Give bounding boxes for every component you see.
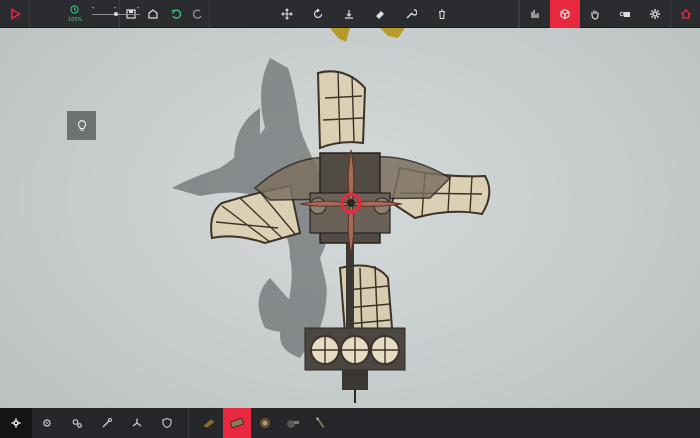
rear-rotors (304, 327, 406, 403)
top-wing (316, 70, 367, 150)
right-tools (519, 0, 700, 28)
move-tool-button[interactable] (271, 0, 302, 28)
settings-icon (650, 9, 660, 19)
rotate-tool-button[interactable] (302, 0, 333, 28)
block-brace-button[interactable] (307, 408, 335, 438)
block-wooden-button[interactable] (195, 408, 223, 438)
hint-button[interactable] (67, 111, 96, 140)
category-mechanical-button[interactable] (62, 408, 92, 438)
toolbar-divider (188, 408, 189, 438)
redo-button[interactable] (187, 0, 209, 28)
settings-button[interactable] (640, 0, 670, 28)
play-button[interactable] (3, 0, 27, 28)
grab-icon (591, 10, 599, 20)
cogs-icon (72, 419, 82, 428)
slider-tick-max: ▾ (137, 5, 140, 10)
load-icon (148, 9, 158, 19)
wrench-tool-button[interactable] (395, 0, 426, 28)
gear-icon (43, 419, 51, 427)
grab-button[interactable] (580, 0, 610, 28)
center-tool-button[interactable] (333, 0, 364, 28)
eraser-tool-button[interactable] (364, 0, 395, 28)
clock-icon (70, 5, 79, 14)
settings-category-button[interactable] (0, 408, 32, 438)
brace-icon (316, 417, 325, 428)
wooden-block-icon (202, 418, 216, 429)
lightbulb-icon (77, 119, 86, 131)
block-flamethrower-button[interactable] (279, 408, 307, 438)
wrench-icon (102, 418, 112, 428)
category-tools-button[interactable] (92, 408, 122, 438)
time-scale-control: 100% ▾ ▾ ▾ (30, 0, 140, 28)
home-button[interactable] (670, 0, 700, 28)
slider-tick-mid: ▾ (114, 5, 117, 10)
stats-icon (531, 10, 539, 18)
block-view-button[interactable] (550, 0, 580, 28)
slider-tick-min: ▾ (92, 5, 95, 10)
flamethrower-icon (287, 420, 299, 428)
block-cannon-button[interactable] (223, 408, 251, 438)
game-viewport[interactable] (0, 0, 700, 438)
undo-icon (171, 9, 181, 19)
category-armour-button[interactable] (152, 408, 182, 438)
eraser-icon (375, 10, 384, 19)
key-bind-icon (619, 11, 630, 17)
block-toolbar (0, 408, 700, 438)
category-flight-button[interactable] (122, 408, 152, 438)
play-icon (10, 8, 21, 20)
home-icon (680, 9, 691, 19)
wheel-icon (258, 416, 272, 430)
key-bind-button[interactable] (610, 0, 640, 28)
flying-machine[interactable] (160, 28, 520, 408)
block-view-icon (560, 8, 570, 20)
shield-icon (162, 417, 172, 429)
load-button[interactable] (142, 0, 164, 28)
trash-icon (438, 8, 445, 19)
settings-icon (11, 418, 21, 428)
undo-button[interactable] (165, 0, 187, 28)
wrench-icon (406, 8, 417, 18)
top-toolbar: 100% ▾ ▾ ▾ (0, 0, 700, 28)
center-icon (344, 9, 353, 19)
category-basic-button[interactable] (32, 408, 62, 438)
cannon-icon (230, 418, 244, 428)
rotate-icon (313, 8, 322, 18)
time-scale-percent: 100% (68, 17, 83, 23)
tree-canopy (330, 28, 405, 42)
block-wheel-button[interactable] (251, 408, 279, 438)
stats-button[interactable] (519, 0, 550, 28)
redo-icon (192, 9, 202, 19)
propeller-icon (132, 418, 142, 427)
move-icon (280, 7, 293, 20)
trash-button[interactable] (426, 0, 457, 28)
time-scale-slider-knob[interactable] (114, 12, 118, 16)
edit-tools (210, 0, 519, 27)
play-segment (0, 0, 30, 28)
